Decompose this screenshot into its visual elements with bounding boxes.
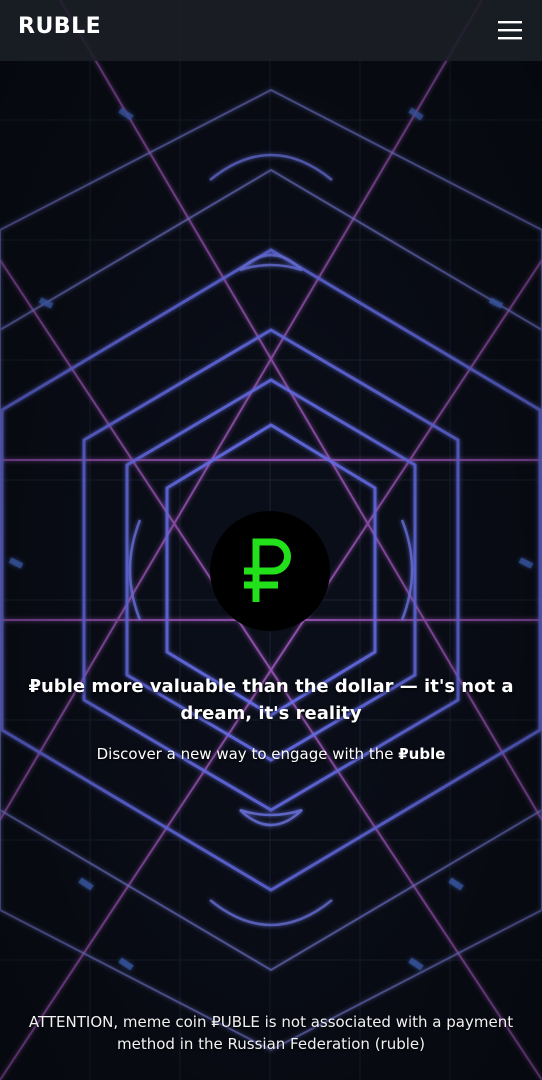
attention-disclaimer: ATTENTION, meme coin ₽UBLE is not associ… [28,1013,514,1053]
ruble-sign-icon [244,538,291,602]
headline-brand: ₽uble [28,676,86,697]
top-navbar: RUBLE [0,0,542,61]
subtitle-text: Discover a new way to engage with the [96,745,399,763]
subtitle-brand: ₽uble [398,745,446,763]
hero-headline: ₽uble more valuable than the dollar — it… [0,673,542,727]
hamburger-menu-icon [498,21,522,40]
brand-logo-text[interactable]: RUBLE [18,14,101,39]
menu-button[interactable] [490,8,530,52]
headline-text: more valuable than the dollar — it's not… [85,676,514,724]
ruble-logo-badge [210,511,330,631]
hero-subtitle: Discover a new way to engage with the ₽u… [0,744,542,764]
